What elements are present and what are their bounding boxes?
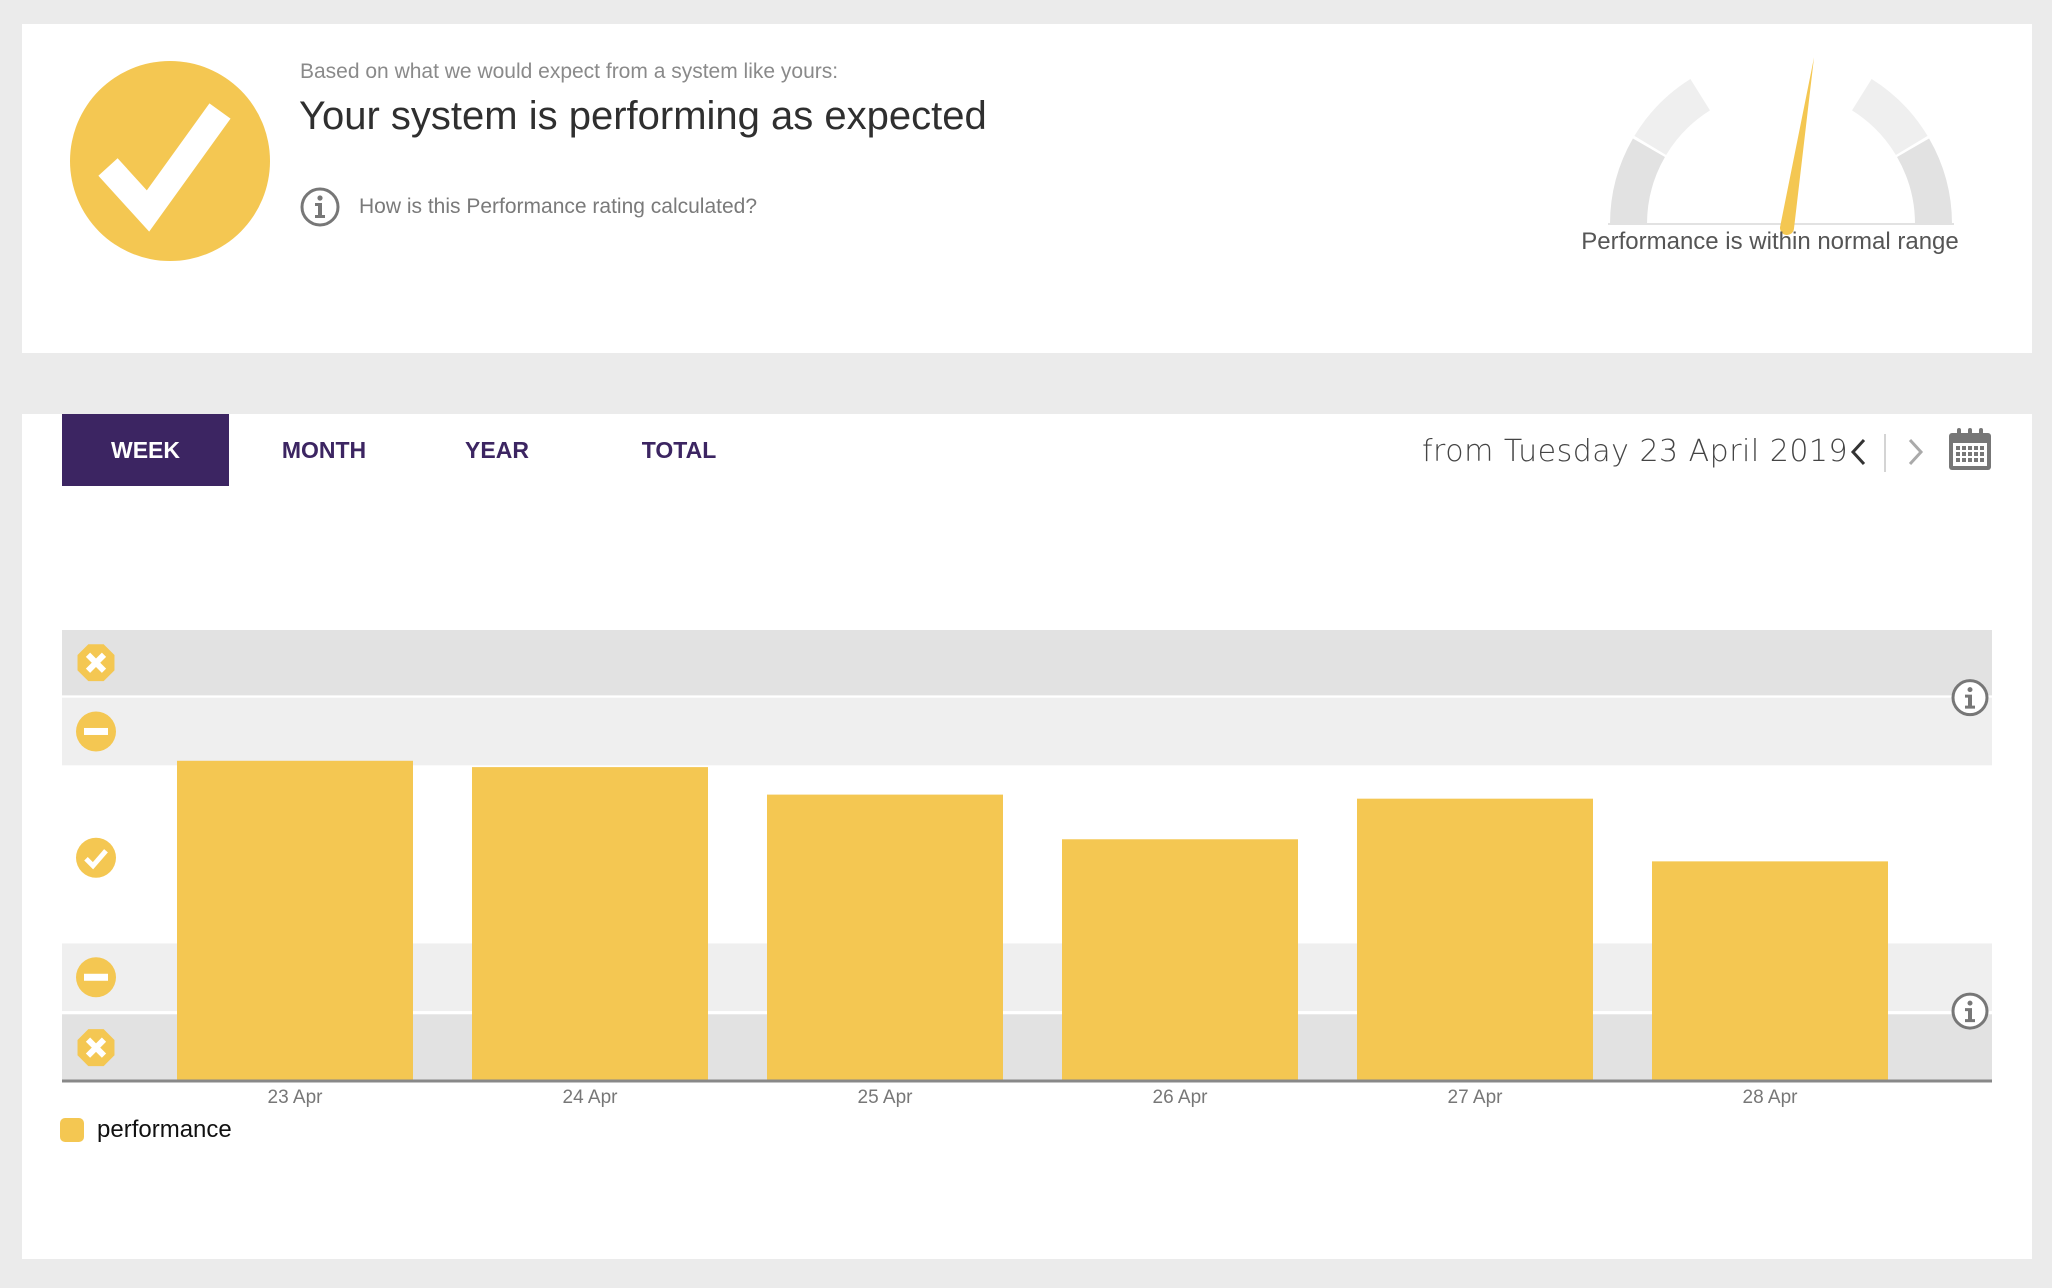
x-tick-label: 26 Apr: [1153, 1087, 1209, 1108]
x-tick-label: 23 Apr: [268, 1087, 324, 1108]
tab-year[interactable]: YEAR: [447, 414, 547, 486]
gauge-arc-warning-low: [1634, 78, 1710, 155]
warning-bar: [84, 727, 108, 735]
bar-23-apr: [177, 760, 413, 1081]
tab-week[interactable]: WEEK: [62, 414, 229, 486]
chart-legend: performance: [60, 1116, 232, 1144]
performance-rating-info-link[interactable]: How is this Performance rating calculate…: [299, 186, 757, 228]
warning-bar: [84, 973, 108, 981]
gauge-needle: [1780, 57, 1815, 235]
x-tick-label: 27 Apr: [1448, 1087, 1504, 1108]
gauge-label: Performance is within normal range: [1581, 228, 1959, 255]
info-icon: [300, 187, 340, 227]
bar-27-apr: [1357, 798, 1593, 1081]
tab-total[interactable]: TOTAL: [619, 414, 739, 486]
bar-25-apr: [767, 794, 1003, 1081]
check-icon: [76, 837, 116, 878]
bar-28-apr: [1652, 861, 1888, 1081]
performance-gauge: [1608, 57, 1954, 235]
check-circle-icon: [70, 61, 270, 261]
tab-month[interactable]: MONTH: [254, 414, 394, 486]
gauge-arc-warning-high: [1852, 78, 1928, 155]
gauge-arc-critical-high: [1897, 138, 1952, 224]
legend-label-performance: performance: [97, 1116, 232, 1143]
warning-icon: [76, 957, 116, 998]
gauge-arc-critical-low: [1610, 138, 1665, 224]
calendar-icon[interactable]: [1947, 426, 1993, 472]
band-critical-high: [62, 630, 1992, 696]
chevron-left-icon[interactable]: [1844, 434, 1874, 470]
date-range-label: from Tuesday 23 April 2019: [1422, 434, 1849, 469]
nav-divider: [1884, 434, 1886, 472]
error-icon: [77, 1029, 115, 1067]
x-tick-label: 24 Apr: [563, 1087, 619, 1108]
info-dot: [1967, 1000, 1973, 1006]
bar-24-apr: [472, 767, 708, 1081]
band-warning-high: [62, 697, 1992, 766]
status-headline: Your system is performing as expected: [299, 94, 987, 138]
info-icon[interactable]: [1951, 679, 1989, 717]
info-icon[interactable]: [1951, 992, 1989, 1030]
status-subtitle: Based on what we would expect from a sys…: [300, 60, 839, 83]
performance-bar-chart: 23 Apr 24 Apr 25 Apr 26 Apr 27 Apr 28 Apr: [62, 630, 1992, 1108]
x-tick-labels: 23 Apr 24 Apr 25 Apr 26 Apr 27 Apr 28 Apr: [268, 1087, 1799, 1108]
info-dot: [1967, 687, 1973, 693]
check-circle: [76, 837, 116, 878]
info-link-text: How is this Performance rating calculate…: [359, 195, 758, 218]
legend-swatch-performance: [60, 1118, 84, 1142]
warning-icon: [76, 711, 116, 752]
performance-chart-card: WEEK MONTH YEAR TOTAL from Tuesday 23 Ap…: [22, 414, 2032, 1259]
x-tick-label: 25 Apr: [858, 1087, 914, 1108]
error-icon: [77, 644, 115, 682]
chevron-right-icon[interactable]: [1900, 434, 1930, 470]
gauge-arcs: [1610, 78, 1952, 224]
x-tick-label: 28 Apr: [1743, 1087, 1799, 1108]
bar-26-apr: [1062, 839, 1298, 1081]
